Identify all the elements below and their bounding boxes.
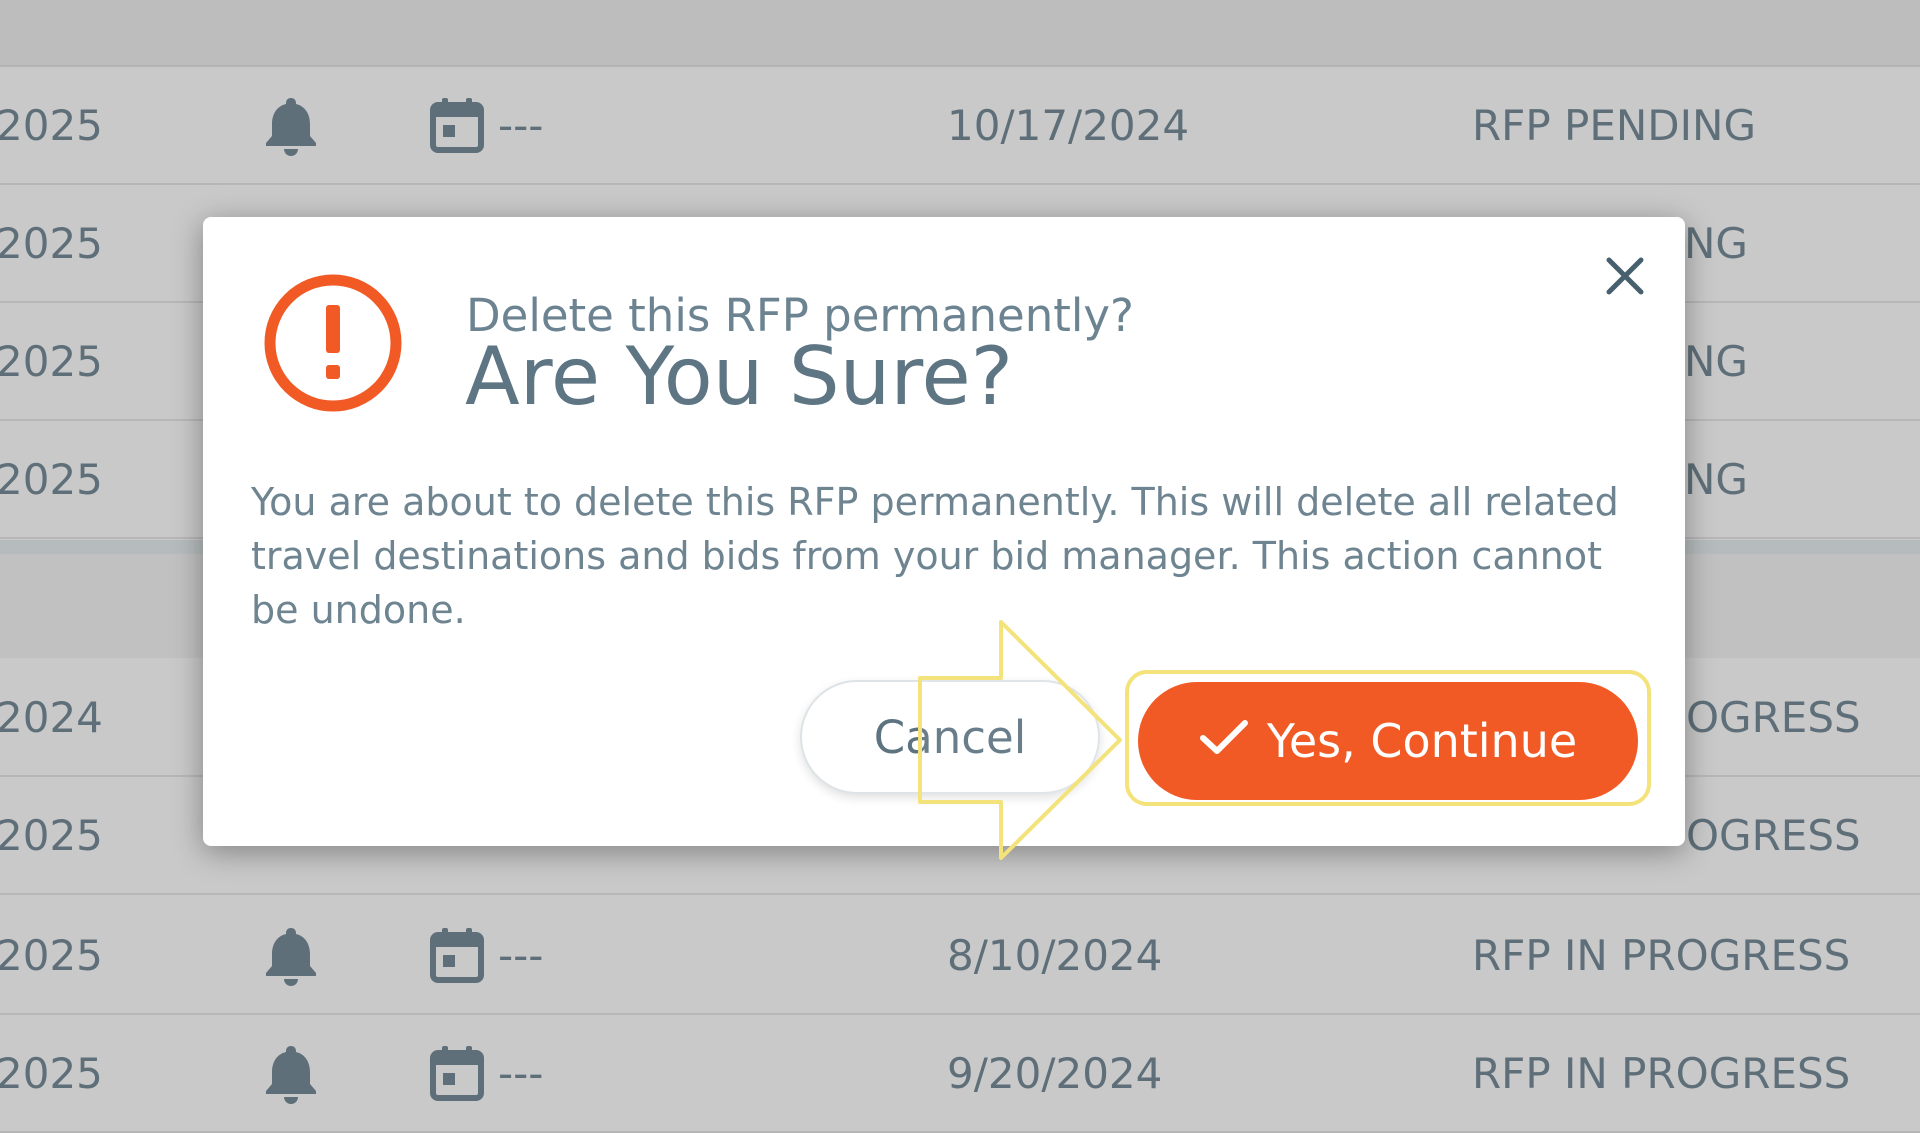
row-status: OGRESS — [1686, 810, 1861, 860]
row-status: RFP IN PROGRESS — [1472, 1048, 1851, 1098]
delete-confirm-dialog: Delete this RFP permanently? Are You Sur… — [203, 217, 1685, 846]
cancel-button[interactable]: Cancel — [800, 680, 1100, 794]
row-status: NG — [1684, 454, 1748, 504]
cancel-label: Cancel — [873, 710, 1027, 764]
close-icon[interactable] — [1600, 251, 1650, 301]
row-year: 2025 — [0, 1048, 103, 1098]
row-year: 2025 — [0, 810, 103, 860]
row-year: 2024 — [0, 692, 103, 742]
row-date: 10/17/2024 — [947, 100, 1190, 150]
dialog-message: You are about to delete this RFP permane… — [251, 480, 1619, 632]
calendar-value: --- — [498, 1048, 544, 1098]
bell-icon[interactable] — [262, 1015, 320, 1131]
dialog-title: Are You Sure? — [465, 330, 1014, 423]
calendar-cell[interactable]: --- — [430, 67, 543, 183]
yes-continue-button[interactable]: Yes, Continue — [1138, 682, 1638, 800]
calendar-value: --- — [498, 930, 544, 980]
row-date: 9/20/2024 — [947, 1048, 1163, 1098]
calendar-icon — [430, 97, 484, 153]
calendar-cell[interactable]: --- — [430, 897, 543, 1013]
row-status: NG — [1684, 218, 1748, 268]
row-status: RFP PENDING — [1472, 100, 1756, 150]
table-row[interactable]: 2025 --- 10/17/2024 RFP PENDING — [0, 67, 1920, 185]
calendar-cell[interactable]: --- — [430, 1015, 543, 1131]
table-row[interactable]: 2025 --- 8/10/2024 RFP IN PROGRESS — [0, 897, 1920, 1015]
calendar-icon — [430, 1045, 484, 1101]
table-header-strip — [0, 0, 1920, 67]
row-year: 2025 — [0, 454, 103, 504]
exclamation-circle-icon — [263, 273, 403, 417]
continue-label: Yes, Continue — [1266, 714, 1578, 768]
row-status: OGRESS — [1686, 692, 1861, 742]
row-year: 2025 — [0, 100, 103, 150]
bell-icon[interactable] — [262, 897, 320, 1013]
row-date: 8/10/2024 — [947, 930, 1163, 980]
calendar-icon — [430, 927, 484, 983]
row-status: NG — [1684, 336, 1748, 386]
bell-icon[interactable] — [262, 67, 320, 183]
table-row[interactable]: 2025 --- 9/20/2024 RFP IN PROGRESS — [0, 1015, 1920, 1133]
calendar-value: --- — [498, 100, 544, 150]
row-year: 2025 — [0, 336, 103, 386]
row-status: RFP IN PROGRESS — [1472, 930, 1851, 980]
check-icon — [1199, 714, 1249, 768]
row-year: 2025 — [0, 218, 103, 268]
row-year: 2025 — [0, 930, 103, 980]
